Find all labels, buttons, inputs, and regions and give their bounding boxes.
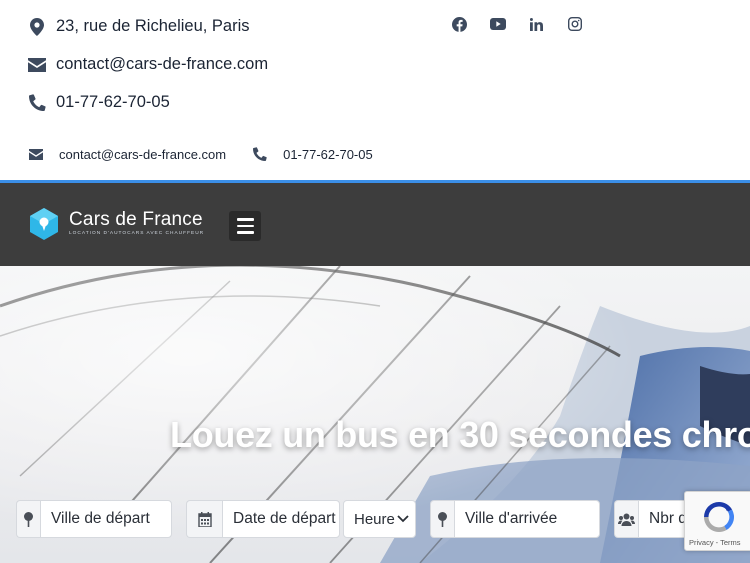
- map-marker-icon: [16, 500, 40, 538]
- phone-icon: [252, 146, 268, 162]
- hour-select-value: Heure: [354, 510, 395, 528]
- booking-form: Ville de départ Date de départ Heure Vil…: [0, 488, 750, 563]
- secondary-email-text[interactable]: contact@cars-de-france.com: [59, 147, 226, 162]
- phone-line[interactable]: 01-77-62-70-05: [28, 93, 170, 112]
- hamburger-icon-bar: [236, 231, 254, 234]
- top-contact-block: 23, rue de Richelieu, Paris contact@cars…: [0, 0, 750, 180]
- brand-tagline: LOCATION D'AUTOCARS AVEC CHAUFFEUR: [69, 231, 205, 236]
- youtube-link[interactable]: [479, 14, 518, 34]
- address-text: 23, rue de Richelieu, Paris: [56, 17, 250, 35]
- departure-date-input[interactable]: Date de départ: [222, 500, 340, 538]
- arrival-city-group: Ville d'arrivée: [430, 500, 600, 538]
- users-icon: [614, 500, 638, 538]
- linkedin-icon: [529, 17, 543, 31]
- email-line[interactable]: contact@cars-de-france.com: [28, 55, 268, 74]
- facebook-icon: [451, 16, 467, 32]
- brand-logo[interactable]: Cars de France LOCATION D'AUTOCARS AVEC …: [27, 207, 204, 241]
- hamburger-icon-bar: [236, 224, 254, 228]
- social-links: [440, 14, 594, 34]
- recaptcha-icon: [704, 502, 735, 533]
- linkedin-link[interactable]: [517, 14, 556, 34]
- secondary-phone-text[interactable]: 01-77-62-70-05: [283, 147, 373, 162]
- departure-date-group: Date de départ: [186, 500, 340, 538]
- menu-toggle-button[interactable]: [229, 211, 261, 241]
- email-text[interactable]: contact@cars-de-france.com: [56, 55, 268, 74]
- arrival-city-input[interactable]: Ville d'arrivée: [454, 500, 600, 538]
- recaptcha-badge[interactable]: Privacy - Terms: [684, 491, 750, 551]
- phone-icon: [28, 94, 46, 112]
- secondary-contact-row: contact@cars-de-france.com 01-77-62-70-0…: [28, 146, 373, 162]
- calendar-icon: [186, 500, 222, 538]
- departure-city-group: Ville de départ: [16, 500, 172, 538]
- hero-title: Louez un bus en 30 secondes chrono: [170, 414, 750, 455]
- chevron-down-icon: [397, 515, 409, 523]
- navbar: Cars de France LOCATION D'AUTOCARS AVEC …: [0, 183, 750, 266]
- address-line: 23, rue de Richelieu, Paris: [28, 17, 250, 36]
- envelope-icon: [28, 146, 44, 162]
- recaptcha-footer[interactable]: Privacy - Terms: [689, 538, 741, 547]
- envelope-icon: [28, 56, 46, 74]
- youtube-icon: [489, 18, 506, 30]
- map-marker-icon: [430, 500, 454, 538]
- hour-select[interactable]: Heure: [343, 500, 416, 538]
- logo-hexagon-icon: [30, 208, 58, 240]
- departure-city-input[interactable]: Ville de départ: [40, 500, 172, 538]
- phone-text[interactable]: 01-77-62-70-05: [56, 93, 170, 112]
- brand-name: Cars de France: [69, 209, 203, 230]
- map-marker-icon: [28, 17, 46, 36]
- instagram-icon: [567, 17, 582, 31]
- instagram-link[interactable]: [556, 14, 595, 34]
- hamburger-icon-bar: [236, 218, 254, 221]
- facebook-link[interactable]: [440, 14, 479, 34]
